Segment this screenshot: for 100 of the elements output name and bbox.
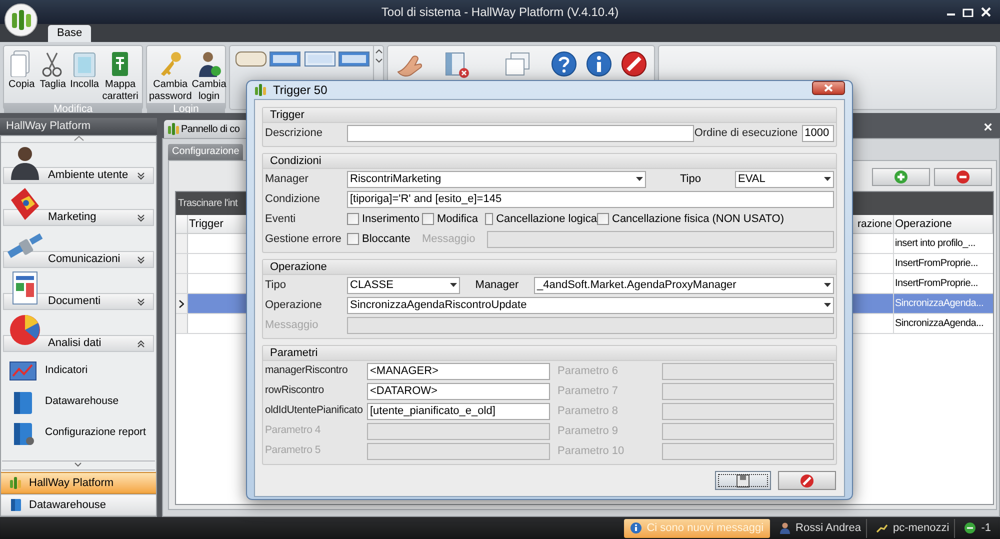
group-header[interactable]: Marketing [3, 209, 154, 226]
ribbon-button[interactable]: Incolla [70, 49, 99, 103]
field-label: Parametro 6 [556, 364, 620, 379]
section-title: Condizioni [263, 154, 836, 169]
table-cell-text: SincronizzaAgenda... [894, 297, 985, 311]
field-label: Manager [474, 278, 520, 293]
caret-icon [824, 177, 831, 181]
floppy-icon [736, 474, 750, 488]
logo-icon [9, 476, 23, 490]
ribbon-button[interactable]: Taglia [38, 49, 67, 103]
checkbox[interactable] [347, 213, 359, 225]
text-field[interactable] [347, 124, 694, 142]
text-field[interactable]: <DATAROW> [367, 382, 550, 400]
group-header[interactable]: Comunicazioni [3, 251, 154, 268]
windows-icon[interactable] [503, 50, 532, 78]
close-button[interactable]: × [980, 120, 996, 138]
text-field[interactable]: 1000 [802, 124, 834, 142]
field-label: Eventi [265, 212, 297, 227]
document-tab[interactable]: Pannello di co [164, 120, 248, 138]
minimize-icon [946, 13, 956, 16]
close-icon [980, 7, 992, 17]
exit-icon[interactable] [620, 50, 648, 78]
field-label: Ordine di esecuzione [694, 126, 798, 141]
dropdown-field[interactable]: SincronizzaAgendaRiscontroUpdate [347, 296, 834, 314]
field-label: Parametro 9 [556, 424, 620, 439]
checkbox[interactable] [422, 213, 434, 225]
navigation-button[interactable]: Datawarehouse [1, 494, 156, 516]
checkbox[interactable] [597, 213, 609, 225]
column-header[interactable]: Operazione [894, 215, 993, 233]
ribbon-button[interactable]: Cambia password [149, 49, 192, 103]
row-header[interactable] [176, 294, 188, 313]
field-label: managerRiscontro [265, 363, 349, 378]
table-cell-text: insert into profilo_... [894, 237, 976, 251]
field-label: Parametro 8 [556, 404, 620, 419]
field-label: Tipo [679, 172, 702, 187]
plus-icon [894, 170, 908, 184]
user-icon [778, 522, 791, 534]
table-cell-text: SincronizzaAgenda... [894, 317, 985, 331]
dropdown-field[interactable]: RiscontriMarketing [347, 170, 646, 188]
window-title: Tool di sistema - HallWay Platform (V.4.10.4) [380, 4, 620, 21]
style-thumbnail [235, 51, 267, 67]
style-thumbnail [338, 51, 370, 67]
dropdown-field[interactable]: _4andSoft.Market.AgendaProxyManager [534, 276, 834, 294]
ribbon-button[interactable]: Mappa caratteri [102, 49, 138, 103]
text-field[interactable]: [utente_pianificato_e_old] [367, 402, 550, 420]
maximize-icon [962, 7, 974, 17]
checkbox-label: Modifica [437, 212, 478, 227]
status-item[interactable]: Rossi Andrea [774, 518, 867, 538]
row-pointer-icon [179, 300, 184, 308]
remove-button[interactable] [934, 168, 992, 186]
sidebar-item[interactable]: Indicatori [1, 355, 156, 386]
checkbox-label: Cancellazione fisica (NON USATO) [612, 212, 784, 227]
group-header[interactable]: Analisi dati [3, 335, 154, 352]
binder-icon [9, 498, 23, 512]
dropdown-field[interactable]: EVAL [735, 170, 834, 188]
sidebar-item[interactable]: Configurazione report [1, 417, 156, 448]
field-label: Condizione [265, 192, 322, 207]
text-field[interactable]: [tiporiga]='R' and [esito_e]=145 [347, 190, 834, 208]
group-by-hint: Trascinare l'int [178, 197, 238, 211]
status-item[interactable]: pc-menozzi [870, 518, 956, 538]
cancel-button[interactable] [778, 471, 836, 490]
help-icon[interactable] [550, 50, 578, 78]
checkbox-label: Bloccante [362, 232, 410, 247]
navigation-button[interactable]: HallWay Platform [1, 472, 156, 494]
ribbon-tab[interactable]: Base [48, 25, 92, 42]
field-label: Operazione [265, 298, 323, 313]
caret-icon [450, 283, 457, 287]
style-thumbnail [269, 51, 302, 67]
logo-icon [254, 83, 268, 97]
dropdown-field[interactable]: CLASSE [347, 276, 460, 294]
info-icon [630, 522, 642, 534]
no-entry-icon [800, 474, 814, 488]
dialog-title: Trigger 50 [273, 82, 328, 99]
add-button[interactable] [872, 168, 930, 186]
ribbon-button[interactable]: Copia [8, 49, 36, 103]
info-icon[interactable] [584, 50, 613, 78]
chart-icon [9, 358, 37, 382]
caret-icon [824, 283, 831, 287]
save-button[interactable] [715, 471, 771, 490]
sidebar-title: HallWay Platform [0, 118, 157, 135]
plug-icon [876, 522, 888, 534]
section-title: Trigger [263, 108, 836, 123]
field-label: Parametro 7 [556, 384, 620, 399]
logo-icon [167, 122, 179, 136]
field-label: Messaggio [422, 232, 476, 247]
checkbox[interactable] [347, 233, 359, 245]
style-thumbnail [304, 51, 336, 67]
field-label: Parametro 4 [265, 423, 322, 438]
table-cell-text: InsertFromProprie... [894, 257, 979, 271]
status-item[interactable]: -1 [959, 518, 996, 538]
text-field[interactable]: <MANAGER> [367, 362, 550, 380]
status-icon [964, 522, 976, 534]
sidebar-item[interactable]: Datawarehouse [1, 386, 156, 417]
checkbox[interactable] [485, 213, 494, 225]
caret-icon [636, 177, 643, 181]
field-label: Messaggio [265, 318, 320, 333]
close-button[interactable] [812, 81, 845, 95]
checkbox-label: Cancellazione logica [496, 212, 597, 227]
field-label: oldIdUtentePianificato [265, 403, 364, 418]
ribbon-button[interactable]: Cambia login [192, 49, 226, 103]
